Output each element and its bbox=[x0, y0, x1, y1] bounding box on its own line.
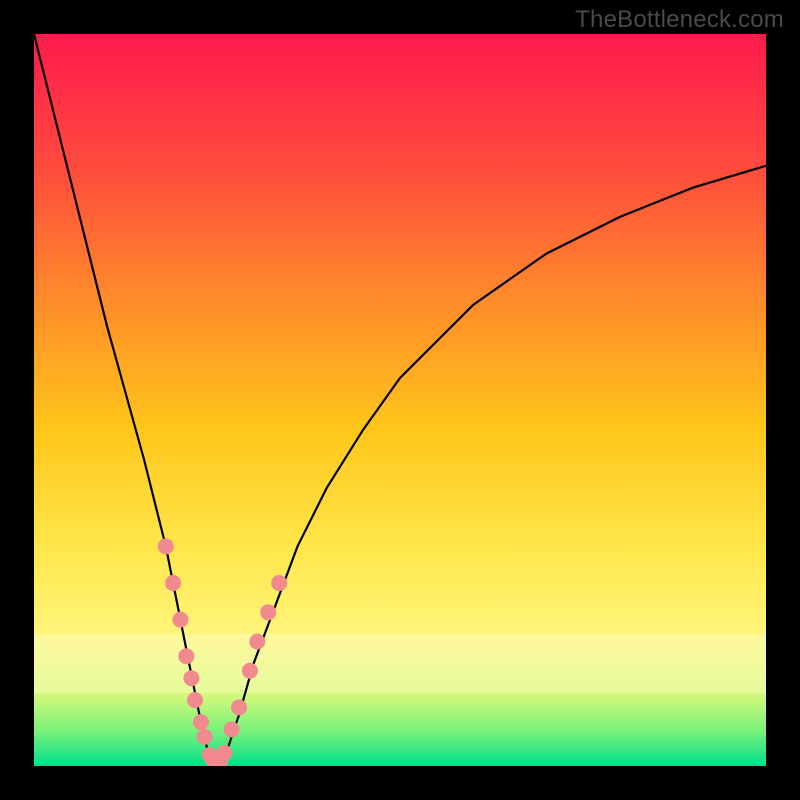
sample-dots-group bbox=[158, 538, 287, 766]
chart-svg bbox=[34, 34, 766, 766]
sample-dot bbox=[165, 575, 181, 591]
sample-dot bbox=[197, 729, 213, 745]
sample-dot bbox=[231, 699, 247, 715]
sample-dot bbox=[271, 575, 287, 591]
sample-dot bbox=[172, 612, 188, 628]
sample-dot bbox=[260, 604, 276, 620]
plot-area bbox=[34, 34, 766, 766]
sample-dot bbox=[216, 745, 232, 761]
bottleneck-curve bbox=[34, 34, 766, 766]
sample-dot bbox=[187, 692, 203, 708]
sample-dot bbox=[224, 721, 240, 737]
sample-dot bbox=[178, 648, 194, 664]
sample-dot bbox=[183, 670, 199, 686]
sample-dot bbox=[249, 634, 265, 650]
sample-dot bbox=[193, 714, 209, 730]
sample-dot bbox=[158, 538, 174, 554]
sample-dot bbox=[242, 663, 258, 679]
outer-frame: TheBottleneck.com bbox=[0, 0, 800, 800]
attribution-text: TheBottleneck.com bbox=[575, 6, 784, 34]
